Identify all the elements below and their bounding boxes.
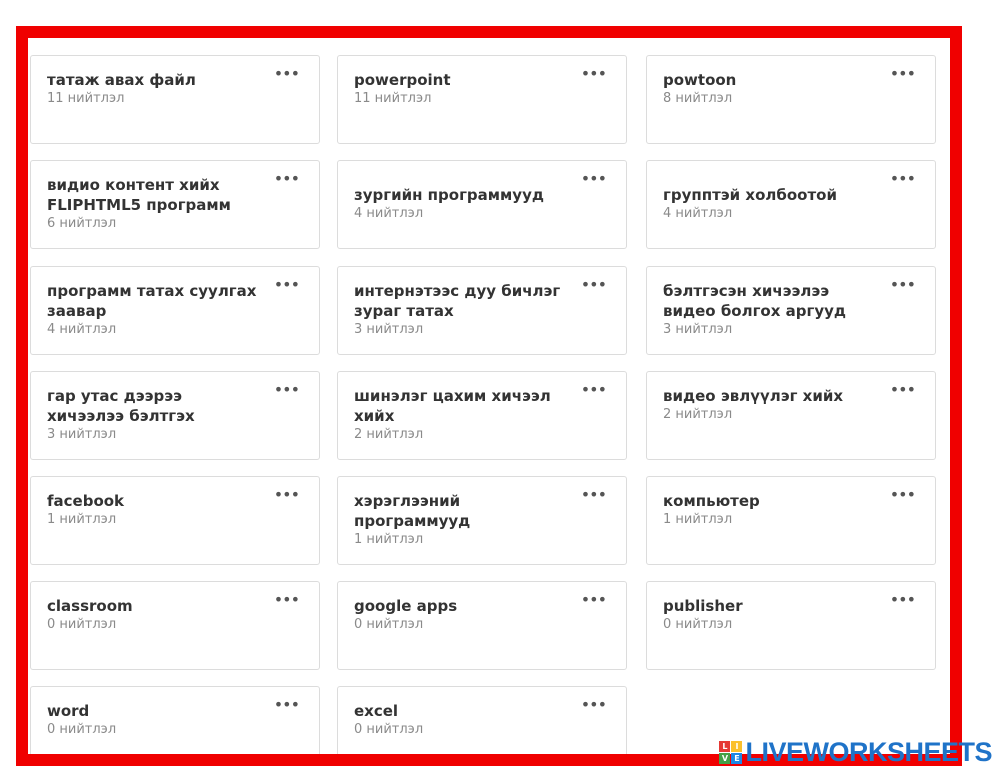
section-card[interactable]: групптэй холбоотой 4 нийтлэл ••• — [646, 160, 936, 249]
more-options-icon[interactable]: ••• — [581, 697, 607, 713]
more-options-icon[interactable]: ••• — [274, 487, 300, 503]
logo-letter: L — [719, 740, 731, 752]
section-card[interactable]: шинэлэг цахим хичээл хийх 2 нийтлэл ••• — [337, 371, 627, 460]
section-title: powerpoint 11 нийтлэл — [354, 70, 569, 108]
liveworksheets-mark-icon: L I V E — [719, 740, 743, 764]
section-title: excel 0 нийтлэл — [354, 701, 569, 739]
post-count: 3 нийтлэл — [354, 322, 424, 337]
more-options-icon[interactable]: ••• — [890, 171, 916, 187]
more-options-icon[interactable]: ••• — [581, 171, 607, 187]
red-highlight-frame: татаж авах файл 11 нийтлэл ••• powerpoint… — [16, 26, 962, 766]
more-options-icon[interactable]: ••• — [274, 66, 300, 82]
post-count: 4 нийтлэл — [47, 322, 117, 337]
section-card[interactable]: excel 0 нийтлэл ••• — [337, 686, 627, 754]
section-title: групптэй холбоотой 4 нийтлэл — [663, 185, 878, 223]
section-card[interactable]: facebook 1 нийтлэл ••• — [30, 476, 320, 565]
section-card[interactable]: компьютер 1 нийтлэл ••• — [646, 476, 936, 565]
logo-letter: I — [731, 740, 743, 752]
post-count: 0 нийтлэл — [47, 722, 117, 737]
section-card[interactable]: powtoon 8 нийтлэл ••• — [646, 55, 936, 144]
more-options-icon[interactable]: ••• — [581, 277, 607, 293]
section-card[interactable]: publisher 0 нийтлэл ••• — [646, 581, 936, 670]
section-title: classroom 0 нийтлэл — [47, 596, 262, 634]
section-card[interactable]: google apps 0 нийтлэл ••• — [337, 581, 627, 670]
more-options-icon[interactable]: ••• — [274, 382, 300, 398]
more-options-icon[interactable]: ••• — [890, 66, 916, 82]
post-count: 1 нийтлэл — [354, 532, 424, 547]
section-title: publisher 0 нийтлэл — [663, 596, 878, 634]
section-title: видио контент хийх FLIPHTML5 программ 6 н… — [47, 175, 262, 233]
post-count: 2 нийтлэл — [354, 427, 424, 442]
more-options-icon[interactable]: ••• — [274, 697, 300, 713]
post-count: 4 нийтлэл — [663, 206, 733, 221]
more-options-icon[interactable]: ••• — [274, 592, 300, 608]
section-card[interactable]: татаж авах файл 11 нийтлэл ••• — [30, 55, 320, 144]
more-options-icon[interactable]: ••• — [581, 592, 607, 608]
section-title: google apps 0 нийтлэл — [354, 596, 569, 634]
post-count: 4 нийтлэл — [354, 206, 424, 221]
post-count: 6 нийтлэл — [47, 216, 117, 231]
section-card[interactable]: зургийн программууд 4 нийтлэл ••• — [337, 160, 627, 249]
post-count: 1 нийтлэл — [47, 512, 117, 527]
section-card[interactable]: видео эвлүүлэг хийх 2 нийтлэл ••• — [646, 371, 936, 460]
more-options-icon[interactable]: ••• — [581, 382, 607, 398]
post-count: 11 нийтлэл — [354, 91, 432, 106]
section-board: татаж авах файл 11 нийтлэл ••• powerpoint… — [28, 38, 950, 754]
more-options-icon[interactable]: ••• — [890, 592, 916, 608]
post-count: 11 нийтлэл — [47, 91, 125, 106]
section-card[interactable]: хэрэглээний программууд 1 нийтлэл ••• — [337, 476, 627, 565]
liveworksheets-wordmark: LIVEWORKSHEETS — [745, 736, 992, 767]
section-card[interactable]: classroom 0 нийтлэл ••• — [30, 581, 320, 670]
post-count: 3 нийтлэл — [47, 427, 117, 442]
section-title: бэлтгэсэн хичээлээ видео болгох аргууд 3 … — [663, 281, 878, 339]
post-count: 8 нийтлэл — [663, 91, 733, 106]
post-count: 0 нийтлэл — [663, 617, 733, 632]
logo-letter: E — [731, 752, 743, 764]
section-card[interactable]: бэлтгэсэн хичээлээ видео болгох аргууд 3 … — [646, 266, 936, 355]
post-count: 3 нийтлэл — [663, 322, 733, 337]
liveworksheets-logo: L I V E LIVEWORKSHEETS — [719, 737, 992, 767]
section-title: интернэтээс дуу бичлэг зураг татах 3 нийт… — [354, 281, 569, 339]
more-options-icon[interactable]: ••• — [890, 277, 916, 293]
section-title: word 0 нийтлэл — [47, 701, 262, 739]
section-card[interactable]: видио контент хийх FLIPHTML5 программ 6 н… — [30, 160, 320, 249]
section-title: татаж авах файл 11 нийтлэл — [47, 70, 262, 108]
section-title: powtoon 8 нийтлэл — [663, 70, 878, 108]
post-count: 0 нийтлэл — [47, 617, 117, 632]
section-title: программ татах суулгах заавар 4 нийтлэл — [47, 281, 262, 339]
more-options-icon[interactable]: ••• — [890, 487, 916, 503]
section-title: facebook 1 нийтлэл — [47, 491, 262, 529]
section-card[interactable]: интернэтээс дуу бичлэг зураг татах 3 нийт… — [337, 266, 627, 355]
section-title: компьютер 1 нийтлэл — [663, 491, 878, 529]
logo-letter: V — [719, 752, 731, 764]
section-card[interactable]: гар утас дээрээ хичээлээ бэлтгэх 3 нийтлэ… — [30, 371, 320, 460]
post-count: 1 нийтлэл — [663, 512, 733, 527]
section-card[interactable]: word 0 нийтлэл ••• — [30, 686, 320, 754]
section-title: зургийн программууд 4 нийтлэл — [354, 185, 569, 223]
post-count: 0 нийтлэл — [354, 722, 424, 737]
section-title: хэрэглээний программууд 1 нийтлэл — [354, 491, 579, 549]
more-options-icon[interactable]: ••• — [890, 382, 916, 398]
section-title: шинэлэг цахим хичээл хийх 2 нийтлэл — [354, 386, 569, 444]
post-count: 2 нийтлэл — [663, 407, 733, 422]
section-card[interactable]: powerpoint 11 нийтлэл ••• — [337, 55, 627, 144]
section-title: видео эвлүүлэг хийх 2 нийтлэл — [663, 386, 878, 424]
more-options-icon[interactable]: ••• — [581, 66, 607, 82]
section-title: гар утас дээрээ хичээлээ бэлтгэх 3 нийтлэ… — [47, 386, 262, 444]
post-count: 0 нийтлэл — [354, 617, 424, 632]
more-options-icon[interactable]: ••• — [581, 487, 607, 503]
more-options-icon[interactable]: ••• — [274, 171, 300, 187]
section-card[interactable]: программ татах суулгах заавар 4 нийтлэл •… — [30, 266, 320, 355]
more-options-icon[interactable]: ••• — [274, 277, 300, 293]
